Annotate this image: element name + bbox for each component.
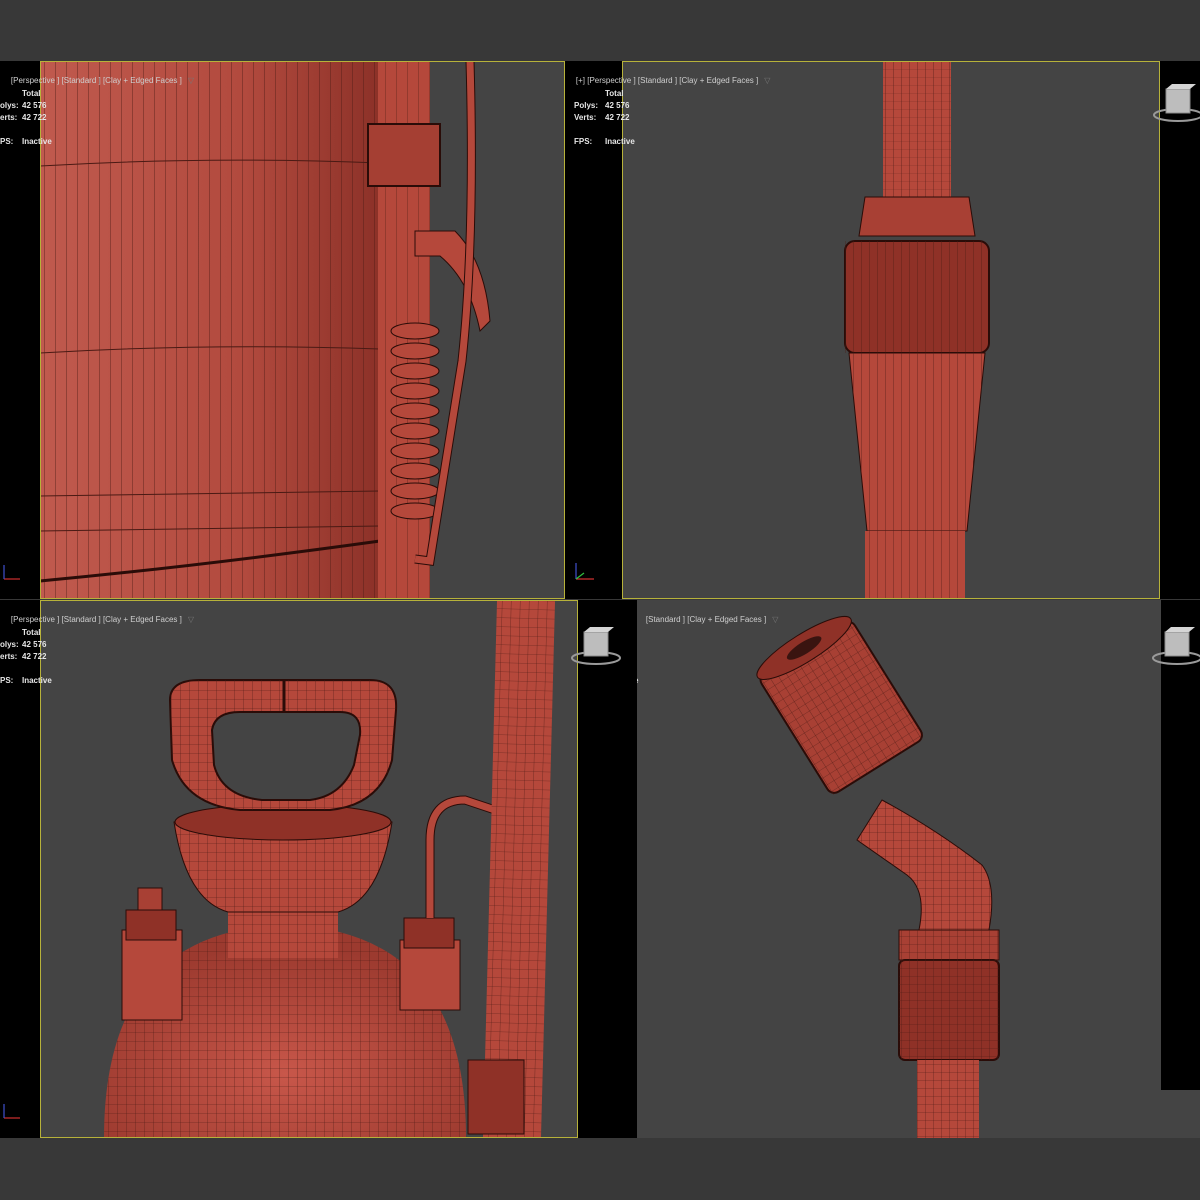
stats-fps-label: FPS: [574,137,593,146]
viewcube-icon[interactable] [1149,626,1200,670]
viewport-bottom-left[interactable]: [Perspective ] [Standard ] [Clay + Edged… [0,600,637,1138]
stats-verts-value: 42 722 [22,652,47,661]
stats-fps-value: Inactive [22,137,52,146]
stats-polys-label: olys: [0,640,19,649]
stats-polys-label: olys: [0,101,19,110]
funnel-icon[interactable]: ▽ [188,76,194,85]
stats-polys-value: 42 576 [22,101,47,110]
stats-overlay: Total olys: 42 576 erts: 42 722 PS: Inactiv… [0,627,80,687]
funnel-icon[interactable]: ▽ [764,76,770,85]
viewport-label-text[interactable]: [Perspective ] [Standard ] [Clay + Edged… [11,76,182,85]
axis-gizmo-icon [575,563,594,580]
stats-fps-value: Inactive [605,137,635,146]
stats-fps-value: Inactive [22,676,52,685]
viewport-top-left[interactable]: [Perspective ] [Standard ] [Clay + Edged… [0,61,565,599]
axis-gizmo-icon [3,1104,20,1119]
stats-fps-label: PS: [0,676,14,685]
stats-polys-value: 42 576 [605,101,630,110]
stats-overlay: Total olys: 42 576 erts: 42 722 PS: Inactiv… [0,88,80,148]
viewcube-icon[interactable] [568,626,624,670]
stats-verts-label: erts: [0,652,18,661]
model-render-tank [39,61,491,599]
viewport-label-text[interactable]: [Perspective ] [Standard ] [Clay + Edged… [11,615,182,624]
stats-overlay: e [637,675,654,689]
viewport-label-text[interactable]: [Standard ] [Clay + Edged Faces ] [646,615,766,624]
axis-gizmo-icon [3,565,20,580]
viewport-label-text[interactable]: [+] [Perspective ] [Standard ] [Clay + E… [576,76,758,85]
viewport-label[interactable]: [Standard ] [Clay + Edged Faces ] ▽ [637,606,778,633]
stats-total-label: Total [22,89,41,98]
funnel-icon[interactable]: ▽ [772,615,778,624]
viewport-top-right[interactable]: [+] [Perspective ] [Standard ] [Clay + E… [565,61,1200,599]
stats-polys-value: 42 576 [22,640,47,649]
stats-polys-label: Polys: [574,101,599,110]
funnel-icon[interactable]: ▽ [188,615,194,624]
model-render-nozzle [756,616,1000,1138]
stats-verts-label: erts: [0,113,18,122]
model-render-wand [844,61,990,599]
stats-total-label: Total [605,89,624,98]
viewcube-icon[interactable] [1150,83,1200,127]
stats-fps-label: PS: [0,137,14,146]
model-render-sprayer [104,600,556,1138]
stats-verts-value: 42 722 [605,113,630,122]
stats-total-label: Total [22,628,41,637]
viewport-bottom-right[interactable]: [Standard ] [Clay + Edged Faces ] ▽ e [637,600,1200,1138]
stats-fragment: e [637,675,638,687]
stats-overlay: Total Polys: 42 576 Verts: 42 722 FPS: Inac… [574,88,654,148]
stats-verts-label: Verts: [574,113,597,122]
stats-verts-value: 42 722 [22,113,47,122]
